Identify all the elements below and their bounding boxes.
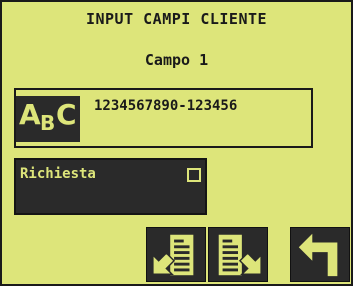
back-button[interactable] [290,227,350,282]
field-number-label: Campo 1 [144,51,209,69]
previous-field-icon [152,234,194,276]
abc-letter-c: C [56,98,77,131]
page-title: INPUT CAMPI CLIENTE [85,10,268,28]
back-return-icon [298,233,338,277]
field-input-box[interactable]: A B C 1234567890-123456 [14,88,313,148]
abc-text-icon[interactable]: A B C [16,96,80,142]
required-checkbox[interactable] [187,168,201,182]
previous-field-button[interactable] [146,227,206,282]
abc-letter-b: B [40,111,56,135]
abc-letter-a: A [19,98,41,131]
required-label: Richiesta [20,166,96,182]
next-field-button[interactable] [208,227,268,282]
next-field-icon [218,234,262,276]
required-toggle[interactable]: Richiesta [14,158,207,215]
field-value: 1234567890-123456 [94,98,238,114]
screen: INPUT CAMPI CLIENTE Campo 1 A B C 123456… [0,0,353,286]
